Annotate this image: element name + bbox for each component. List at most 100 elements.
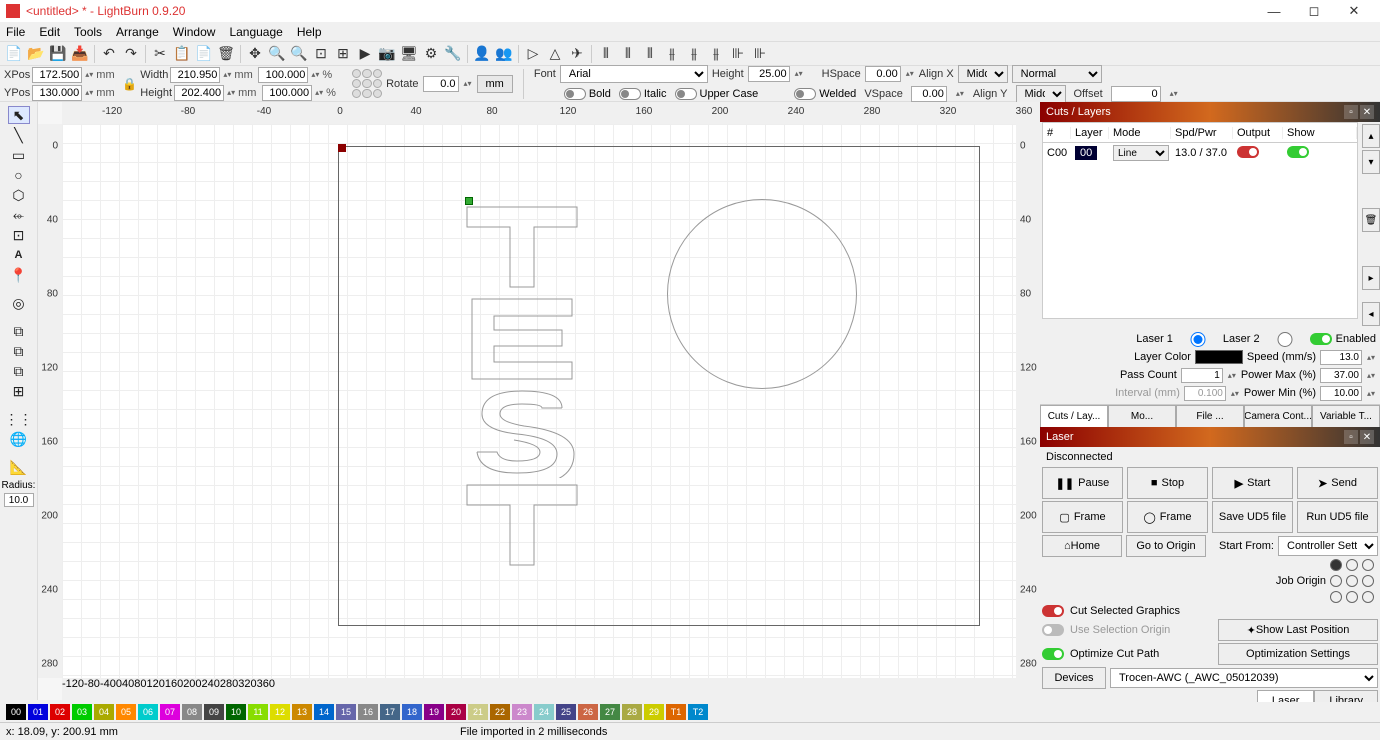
cut-icon[interactable]: ✂ — [150, 44, 170, 64]
line-tool-icon[interactable]: ╲ — [8, 126, 30, 144]
zoom-fit-icon[interactable]: ⊡ — [311, 44, 331, 64]
color-swatch-05[interactable]: 05 — [116, 704, 136, 720]
paste-icon[interactable]: 📄 — [194, 44, 214, 64]
monitor-icon[interactable]: 🖥 — [399, 44, 419, 64]
flip-h-icon[interactable]: ▷ — [523, 44, 543, 64]
text-style-select[interactable]: Normal — [1012, 65, 1102, 83]
power-min-input[interactable] — [1320, 386, 1362, 401]
menu-window[interactable]: Window — [173, 25, 216, 39]
laser1-radio[interactable] — [1177, 332, 1219, 347]
laser2-radio[interactable] — [1264, 332, 1306, 347]
bold-toggle[interactable]: Bold — [564, 88, 611, 100]
color-swatch-28[interactable]: 28 — [622, 704, 642, 720]
hspace-input[interactable] — [865, 66, 901, 82]
shape-letter-s[interactable] — [462, 386, 582, 478]
speed-input[interactable] — [1320, 350, 1362, 365]
xpos-input[interactable] — [32, 67, 82, 83]
color-swatch-27[interactable]: 27 — [600, 704, 620, 720]
new-icon[interactable]: 📄 — [4, 44, 24, 64]
pause-button[interactable]: ❚❚Pause — [1042, 467, 1123, 499]
shape-letter-t1[interactable] — [462, 202, 582, 292]
color-swatch-11[interactable]: 11 — [248, 704, 268, 720]
color-swatch-15[interactable]: 15 — [336, 704, 356, 720]
grid-dots-icon[interactable]: ⋮⋮ — [8, 410, 30, 428]
italic-toggle[interactable]: Italic — [619, 88, 667, 100]
text-height-input[interactable] — [748, 66, 790, 82]
maximize-button[interactable]: ◻ — [1294, 1, 1334, 21]
color-swatch-01[interactable]: 01 — [28, 704, 48, 720]
pan-icon[interactable]: ✥ — [245, 44, 265, 64]
minimize-button[interactable]: — — [1254, 1, 1294, 21]
canvas[interactable]: -120-80-4004080120160200240280320360 040… — [38, 102, 1040, 700]
frame-button[interactable]: ▢ Frame — [1042, 501, 1123, 533]
tab-file[interactable]: File ... — [1176, 405, 1244, 427]
width-input[interactable] — [170, 67, 220, 83]
welded-toggle[interactable]: Welded — [794, 88, 856, 100]
send-icon[interactable]: ✈ — [567, 44, 587, 64]
start-from-select[interactable]: Controller Setting — [1278, 536, 1378, 556]
interval-input[interactable] — [1184, 386, 1226, 401]
ellipse-tool-icon[interactable]: ○ — [8, 166, 30, 184]
menu-arrange[interactable]: Arrange — [116, 25, 159, 39]
align-middle-icon[interactable]: ⫵ — [684, 44, 704, 64]
measure-tool-icon[interactable]: 📐 — [8, 458, 30, 476]
color-swatch-02[interactable]: 02 — [50, 704, 70, 720]
globe-icon[interactable]: 🌐 — [8, 430, 30, 448]
menu-tools[interactable]: Tools — [74, 25, 102, 39]
pass-count-input[interactable] — [1181, 368, 1223, 383]
devices-button[interactable]: Devices — [1042, 667, 1106, 689]
align-center-icon[interactable]: ⫴ — [618, 44, 638, 64]
enabled-toggle[interactable] — [1310, 333, 1332, 345]
undo-icon[interactable]: ↶ — [99, 44, 119, 64]
color-swatch-04[interactable]: 04 — [94, 704, 114, 720]
home-button[interactable]: ⌂ Home — [1042, 535, 1122, 557]
font-select[interactable]: Arial — [560, 65, 708, 83]
menu-help[interactable]: Help — [297, 25, 322, 39]
align-top-icon[interactable]: ⫵ — [662, 44, 682, 64]
goto-origin-button[interactable]: Go to Origin — [1126, 535, 1206, 557]
lock-position-icon[interactable]: 🔒 — [122, 77, 136, 91]
color-swatch-22[interactable]: 22 — [490, 704, 510, 720]
import-icon[interactable]: 📥 — [70, 44, 90, 64]
zoom-sel-icon[interactable]: ⊞ — [333, 44, 353, 64]
radius-input[interactable] — [4, 493, 34, 507]
layer-down-button[interactable]: ▾ — [1362, 150, 1380, 174]
grid-array-icon[interactable]: ⊞ — [8, 382, 30, 400]
open-icon[interactable]: 📂 — [26, 44, 46, 64]
use-selection-toggle[interactable] — [1042, 624, 1064, 636]
optimization-settings-button[interactable]: Optimization Settings — [1218, 643, 1378, 665]
color-swatch-18[interactable]: 18 — [402, 704, 422, 720]
settings-icon[interactable]: ⚙ — [421, 44, 441, 64]
align-bottom-icon[interactable]: ⫵ — [706, 44, 726, 64]
tab-camera[interactable]: Camera Cont... — [1244, 405, 1312, 427]
offset-input[interactable] — [1111, 86, 1161, 102]
laser-panel-header[interactable]: Laser ▫✕ — [1040, 427, 1380, 447]
color-swatch-21[interactable]: 21 — [468, 704, 488, 720]
copy-icon[interactable]: 📋 — [172, 44, 192, 64]
frame-rubber-button[interactable]: ◯ Frame — [1127, 501, 1208, 533]
color-swatch-29[interactable]: 29 — [644, 704, 664, 720]
color-swatch-25[interactable]: 25 — [556, 704, 576, 720]
tab-cuts[interactable]: Cuts / Lay... — [1040, 405, 1108, 427]
rotate-input[interactable] — [423, 76, 459, 92]
start-button[interactable]: ▶Start — [1212, 467, 1293, 499]
dist-v-icon[interactable]: ⊪ — [750, 44, 770, 64]
color-swatch-08[interactable]: 08 — [182, 704, 202, 720]
ypos-input[interactable] — [32, 85, 82, 101]
panel-close-icon[interactable]: ✕ — [1360, 105, 1374, 119]
cut-selected-toggle[interactable] — [1042, 605, 1064, 617]
select-tool-icon[interactable]: ⬉ — [8, 106, 30, 124]
device-select[interactable]: Trocen-AWC (_AWC_05012039) — [1110, 668, 1378, 688]
color-swatch-20[interactable]: 20 — [446, 704, 466, 720]
color-swatch-00[interactable]: 00 — [6, 704, 26, 720]
output-toggle[interactable] — [1237, 146, 1259, 158]
layer-delete-button[interactable]: 🗑 — [1362, 208, 1380, 232]
align-left-icon[interactable]: ⫴ — [596, 44, 616, 64]
unit-button[interactable]: mm — [477, 75, 513, 93]
panel-restore-icon[interactable]: ▫ — [1344, 105, 1358, 119]
edit-nodes-icon[interactable]: ⊡ — [8, 226, 30, 244]
shape-circle[interactable] — [667, 199, 857, 389]
run-file-button[interactable]: Run UD5 file — [1297, 501, 1378, 533]
color-swatch-06[interactable]: 06 — [138, 704, 158, 720]
menu-edit[interactable]: Edit — [39, 25, 60, 39]
